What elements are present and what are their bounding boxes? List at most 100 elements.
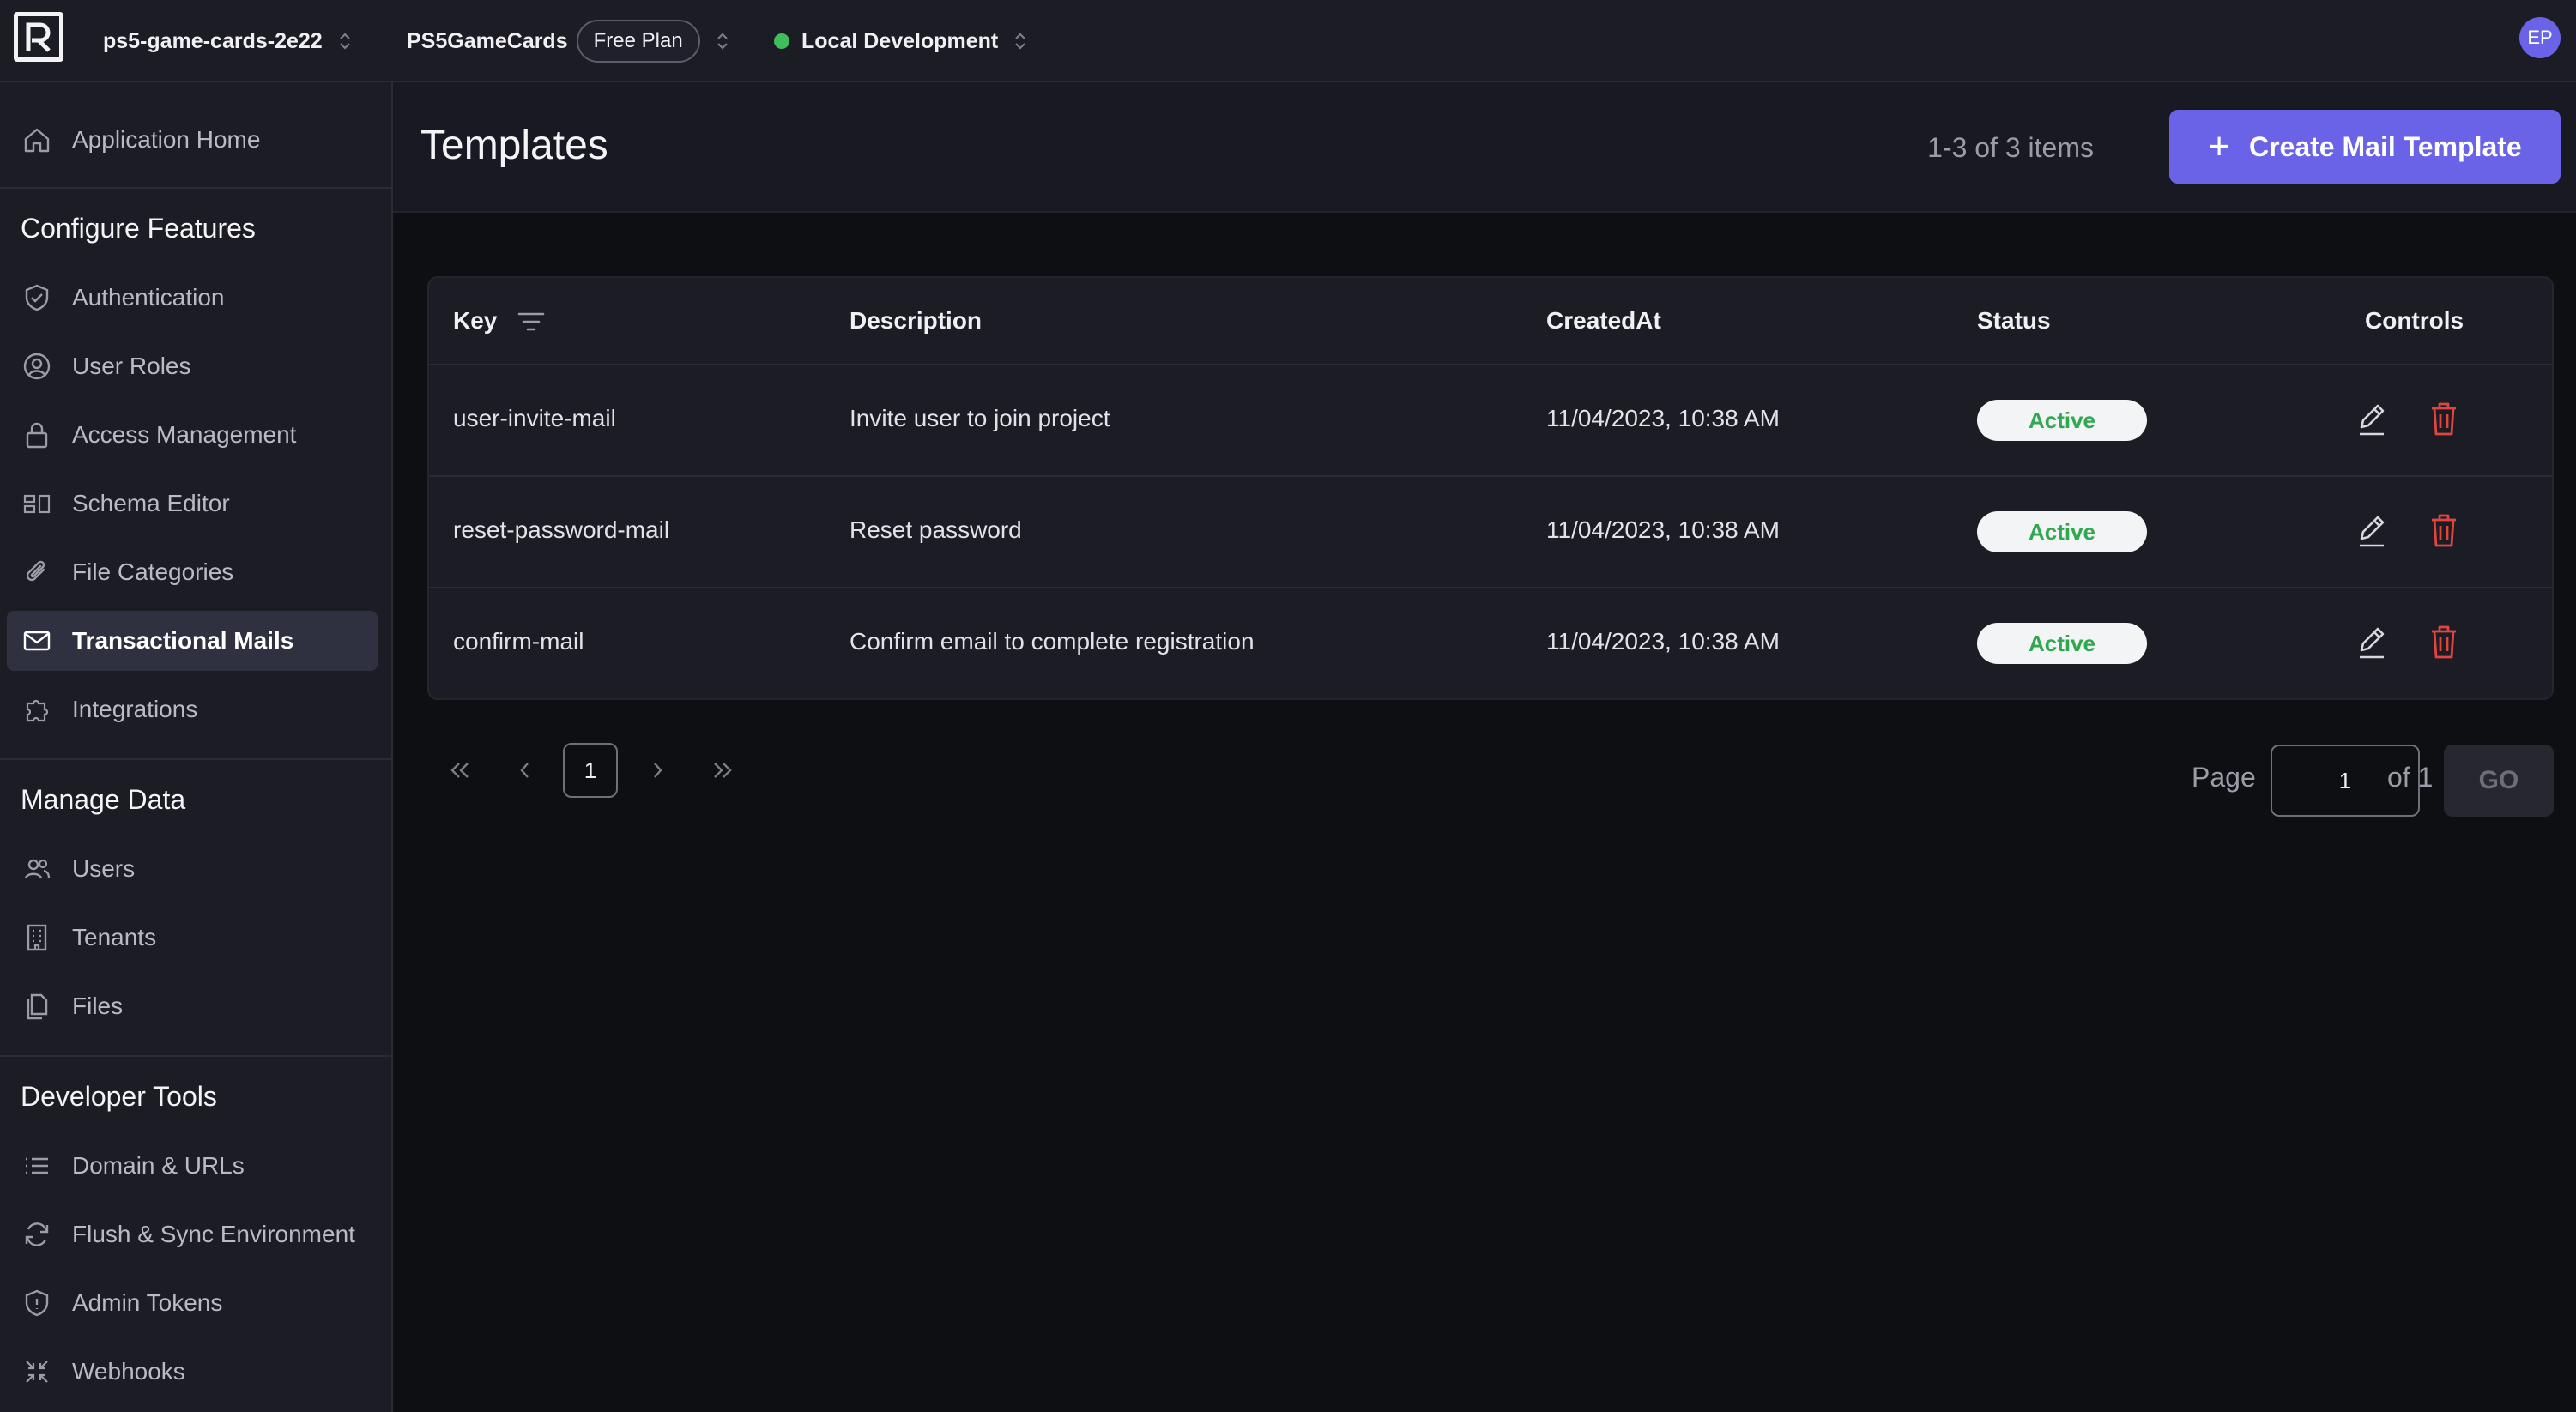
project-selector[interactable]: ps5-game-cards-2e22 — [103, 0, 352, 82]
webhook-icon — [21, 1355, 53, 1388]
sidebar-item-schema-editor[interactable]: Schema Editor — [7, 474, 378, 534]
first-page-icon[interactable] — [443, 745, 477, 796]
project-name: ps5-game-cards-2e22 — [103, 28, 323, 53]
environment-status-dot — [774, 33, 789, 49]
table-header: Key Description CreatedAt Status Control… — [429, 278, 2552, 365]
environment-selector[interactable]: Local Development — [774, 0, 1027, 82]
sidebar-item-label: Schema Editor — [72, 490, 230, 516]
status-badge: Active — [1977, 623, 2147, 664]
sidebar-item-tenants[interactable]: Tenants — [7, 908, 378, 968]
lock-icon — [21, 419, 53, 451]
sidebar-item-label: Tenants — [72, 924, 157, 950]
building-icon — [21, 921, 53, 954]
sidebar-divider — [0, 187, 391, 189]
plan-badge: Free Plan — [576, 20, 700, 63]
sidebar-item-file-categories[interactable]: File Categories — [7, 542, 378, 602]
home-icon — [21, 124, 53, 156]
sidebar-item-label: Transactional Mails — [72, 627, 294, 654]
edit-icon[interactable] — [2351, 508, 2392, 552]
files-icon — [21, 990, 53, 1023]
sidebar-item-application-home[interactable]: Application Home — [7, 110, 378, 170]
environment-name: Local Development — [801, 28, 999, 53]
sidebar-item-access-management[interactable]: Access Management — [7, 405, 378, 465]
section-title-developer-tools: Developer Tools — [21, 1081, 217, 1112]
sidebar-item-label: Flush & Sync Environment — [72, 1221, 355, 1247]
chevron-updown-icon — [1013, 30, 1027, 52]
top-bar: ps5-game-cards-2e22 PS5GameCards Free Pl… — [0, 0, 2576, 82]
sidebar-item-integrations[interactable]: Integrations — [7, 679, 378, 739]
sidebar-item-transactional-mails[interactable]: Transactional Mails — [7, 611, 378, 671]
chevron-updown-icon — [338, 30, 352, 52]
page-header: Templates 1-3 of 3 items + Create Mail T… — [393, 82, 2576, 213]
app-root: ps5-game-cards-2e22 PS5GameCards Free Pl… — [0, 0, 2576, 1412]
filter-icon[interactable] — [517, 309, 546, 339]
sidebar-item-label: Users — [72, 855, 136, 882]
trash-icon[interactable] — [2423, 619, 2464, 664]
app-selector[interactable]: PS5GameCards Free Plan — [407, 0, 729, 82]
sidebar-item-admin-tokens[interactable]: Admin Tokens — [7, 1273, 378, 1333]
sidebar-item-label: Admin Tokens — [72, 1289, 223, 1316]
section-title-manage-data: Manage Data — [21, 784, 186, 815]
refresh-icon — [21, 1218, 53, 1251]
shield-icon — [21, 1287, 53, 1319]
logo-icon[interactable] — [14, 12, 63, 62]
sidebar-item-label: Application Home — [72, 126, 261, 153]
sidebar-item-webhooks[interactable]: Webhooks — [7, 1342, 378, 1402]
item-count: 1-3 of 3 items — [1927, 132, 2094, 163]
status-badge: Active — [1977, 400, 2147, 441]
sidebar-item-user-roles[interactable]: User Roles — [7, 336, 378, 396]
cell-key: confirm-mail — [453, 628, 584, 655]
next-page-icon[interactable] — [640, 745, 674, 796]
trash-icon[interactable] — [2423, 396, 2464, 441]
cell-description: Reset password — [850, 516, 1022, 543]
cell-created-at: 11/04/2023, 10:38 AM — [1546, 405, 1780, 431]
sidebar-item-label: Access Management — [72, 421, 297, 448]
trash-icon[interactable] — [2423, 508, 2464, 552]
sidebar-item-domain-urls[interactable]: Domain & URLs — [7, 1136, 378, 1196]
schema-icon — [21, 487, 53, 520]
edit-icon[interactable] — [2351, 396, 2392, 441]
sidebar-item-label: User Roles — [72, 353, 191, 379]
column-header-key: Key — [453, 307, 498, 334]
column-header-createdat: CreatedAt — [1546, 307, 1661, 334]
sidebar-item-users[interactable]: Users — [7, 839, 378, 899]
sidebar-item-label: Webhooks — [72, 1358, 185, 1385]
app-name: PS5GameCards — [407, 28, 568, 53]
page-label: Page — [2192, 762, 2256, 793]
cell-description: Invite user to join project — [850, 405, 1110, 431]
chevron-updown-icon — [716, 30, 729, 52]
sidebar-item-flush-sync-environment[interactable]: Flush & Sync Environment — [7, 1204, 378, 1264]
sidebar-item-label: Authentication — [72, 284, 225, 311]
edit-icon[interactable] — [2351, 619, 2392, 664]
column-header-status: Status — [1977, 307, 2051, 334]
cell-description: Confirm email to complete registration — [850, 628, 1255, 655]
status-badge: Active — [1977, 511, 2147, 552]
page-total-label: of 1 — [2387, 762, 2434, 793]
users-icon — [21, 853, 53, 885]
go-button[interactable]: GO — [2444, 745, 2554, 817]
page-number-button[interactable]: 1 — [563, 743, 618, 798]
sidebar-item-label: Domain & URLs — [72, 1152, 245, 1179]
sidebar-item-label: File Categories — [72, 558, 234, 585]
cell-created-at: 11/04/2023, 10:38 AM — [1546, 516, 1780, 543]
sidebar-item-authentication[interactable]: Authentication — [7, 268, 378, 328]
avatar[interactable]: EP — [2519, 17, 2561, 58]
sidebar: Application Home Configure Features Auth… — [0, 82, 393, 1412]
create-mail-template-button[interactable]: + Create Mail Template — [2169, 110, 2561, 184]
puzzle-icon — [21, 693, 53, 726]
last-page-icon[interactable] — [705, 745, 740, 796]
table-row: user-invite-mail Invite user to join pro… — [429, 365, 2552, 477]
section-title-configure-features: Configure Features — [21, 213, 256, 244]
column-header-controls: Controls — [2365, 307, 2464, 334]
create-button-label: Create Mail Template — [2248, 130, 2522, 162]
sidebar-item-files[interactable]: Files — [7, 976, 378, 1036]
sidebar-item-label: Integrations — [72, 696, 198, 722]
sidebar-item-label: Files — [72, 993, 124, 1019]
page-title: Templates — [420, 123, 608, 168]
sidebar-divider — [0, 1055, 391, 1057]
user-circle-icon — [21, 350, 53, 383]
table-row: confirm-mail Confirm email to complete r… — [429, 588, 2552, 698]
previous-page-icon[interactable] — [508, 745, 542, 796]
mail-icon — [21, 625, 53, 657]
plus-icon: + — [2208, 125, 2230, 167]
